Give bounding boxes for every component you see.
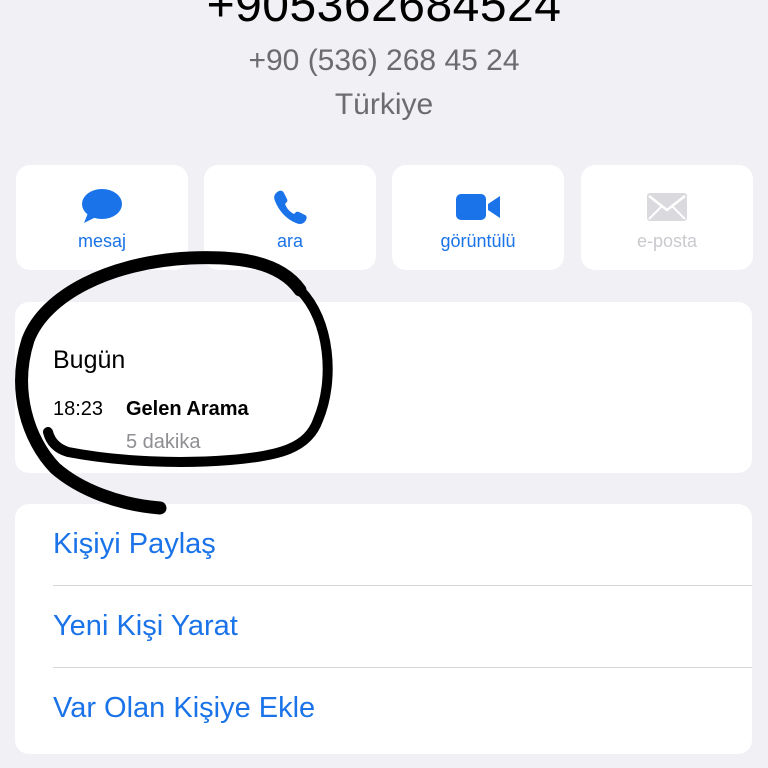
message-label: mesaj [77,231,126,251]
phone-icon [204,187,376,227]
video-call-button[interactable]: görüntülü [392,165,564,270]
recent-calls-card: Bugün 18:23 Gelen Arama 5 dakika [15,302,752,473]
add-to-existing-contact-row[interactable]: Var Olan Kişiye Ekle [15,668,752,750]
call-type: Gelen Arama [126,398,249,420]
message-button[interactable]: mesaj [16,165,188,270]
create-new-contact-row[interactable]: Yeni Kişi Yarat [15,586,752,668]
mail-icon [581,187,753,227]
call-duration: 5 dakika [126,431,201,453]
email-label: e-posta [636,231,698,251]
call-label: ara [276,231,303,251]
contact-number: +905362684524 [206,0,562,32]
contact-country: Türkiye [334,88,434,121]
add-to-existing-contact-link[interactable]: Var Olan Kişiye Ekle [53,692,315,725]
call-time: 18:23 [53,398,104,420]
share-contact-link[interactable]: Kişiyi Paylaş [53,528,216,561]
contact-actions-list: Kişiyi Paylaş Yeni Kişi Yarat Var Olan K… [15,504,752,754]
recent-calls-day: Bugün [53,346,126,374]
call-button[interactable]: ara [204,165,376,270]
video-icon [392,187,564,227]
contact-details-screen: +905362684524 +90 (536) 268 45 24 Türkiy… [0,0,768,768]
email-button[interactable]: e-posta [581,165,753,270]
contact-formatted-number: +90 (536) 268 45 24 [248,44,520,77]
create-new-contact-link[interactable]: Yeni Kişi Yarat [53,610,238,643]
video-call-label: görüntülü [440,231,516,251]
message-icon [16,187,188,227]
share-contact-row[interactable]: Kişiyi Paylaş [15,504,752,586]
